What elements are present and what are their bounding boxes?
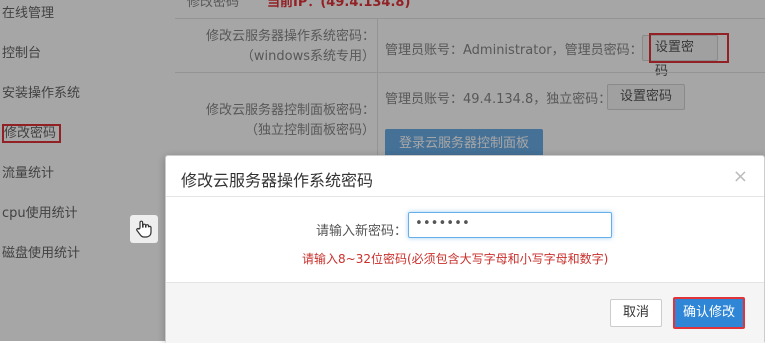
cancel-button[interactable]: 取消 [610,299,662,327]
close-icon[interactable]: × [733,166,748,187]
hand-pointer-icon [130,215,158,243]
modal-footer: 取消 确认修改 [166,282,764,343]
modal-title: 修改云服务器操作系统密码 [181,171,374,190]
confirm-change-button[interactable]: 确认修改 [673,297,745,329]
new-password-label: 请输入新密码： [316,224,408,239]
change-os-password-modal: 修改云服务器操作系统密码 × 请输入新密码： ••••••• 请输入8~32位密… [165,155,765,343]
new-password-input[interactable]: ••••••• [408,212,612,238]
modal-header: 修改云服务器操作系统密码 × [166,156,764,197]
password-requirements-hint: 请输入8~32位密码(必须包含大写字母和小写字母和数字) [302,252,609,266]
